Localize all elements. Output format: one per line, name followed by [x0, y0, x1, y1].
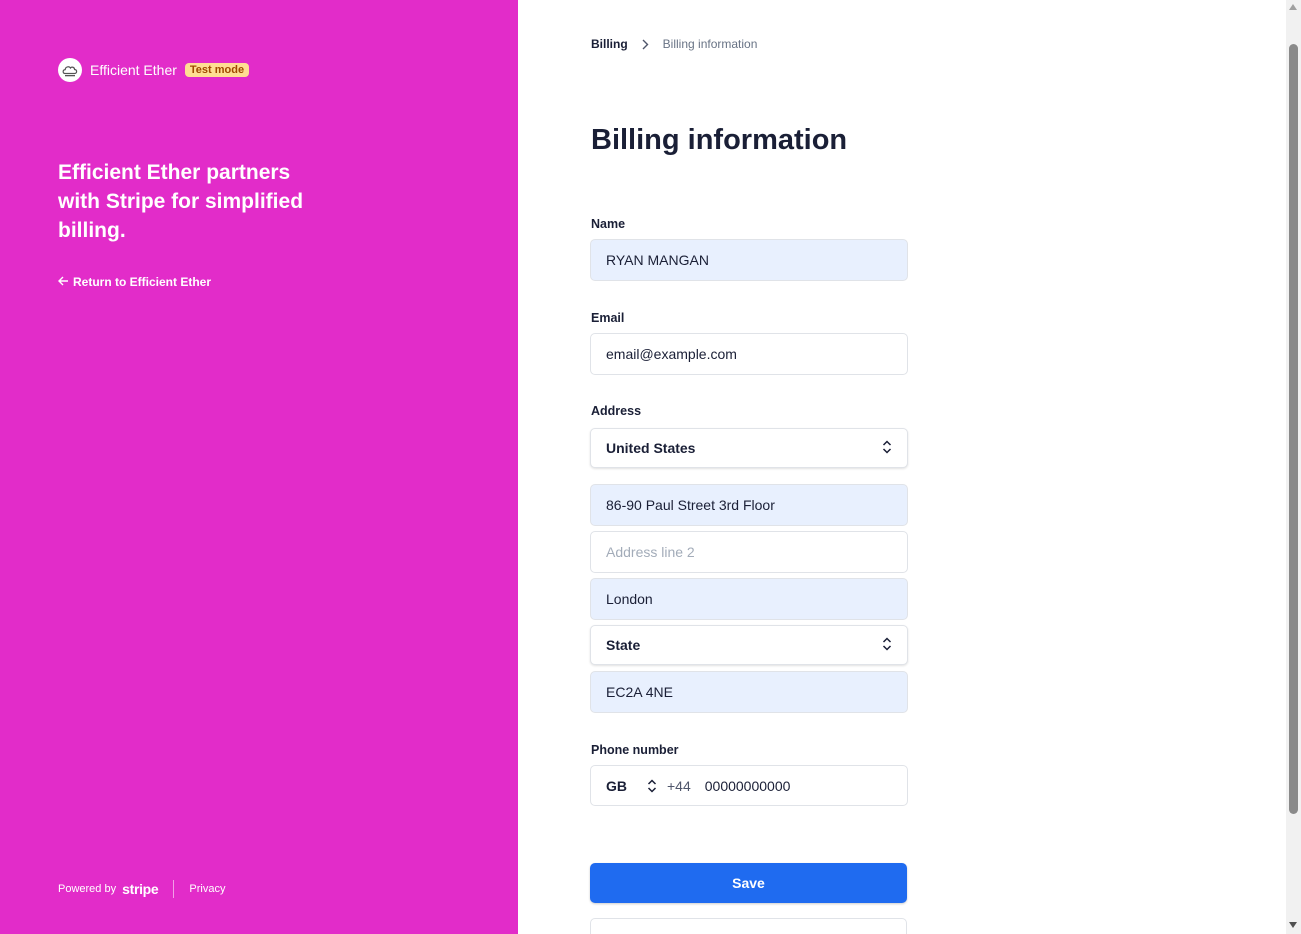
- footer: Powered by stripe Privacy: [58, 880, 225, 898]
- brand-header: Efficient Ether Test mode: [58, 58, 250, 82]
- brand-name: Efficient Ether: [90, 62, 177, 78]
- state-value: State: [606, 637, 641, 653]
- breadcrumb-current: Billing information: [662, 37, 758, 51]
- return-link-label: Return to Efficient Ether: [73, 275, 212, 289]
- scroll-up-arrow-icon[interactable]: [1289, 4, 1297, 10]
- address-line1-field[interactable]: 86-90 Paul Street 3rd Floor: [590, 484, 908, 526]
- email-field[interactable]: email@example.com: [590, 333, 908, 375]
- form-panel: Billing Billing information Billing info…: [518, 0, 1286, 934]
- country-select[interactable]: United States: [590, 428, 908, 468]
- secondary-button[interactable]: [590, 918, 907, 934]
- phone-country-select[interactable]: GB: [591, 778, 647, 794]
- arrow-left-icon: [58, 275, 69, 289]
- headline: Efficient Ether partners with Stripe for…: [58, 161, 304, 242]
- brand-panel: Efficient Ether Test mode Efficient Ethe…: [0, 0, 518, 934]
- select-arrows-icon: [647, 778, 657, 793]
- privacy-link[interactable]: Privacy: [189, 883, 225, 895]
- stripe-logo[interactable]: stripe: [122, 881, 159, 897]
- powered-by-label: Powered by: [58, 883, 117, 895]
- name-field[interactable]: RYAN MANGAN: [590, 239, 908, 281]
- email-label: Email: [591, 311, 625, 325]
- scrollbar-thumb[interactable]: [1289, 44, 1298, 814]
- address-label: Address: [591, 404, 642, 418]
- postal-code-field[interactable]: EC2A 4NE: [590, 671, 908, 713]
- city-field[interactable]: London: [590, 578, 908, 620]
- phone-number-input[interactable]: 00000000000: [705, 778, 791, 794]
- address-line2-field[interactable]: Address line 2: [590, 531, 908, 573]
- page-title: Billing information: [591, 124, 848, 156]
- test-mode-badge: Test mode: [184, 63, 250, 77]
- state-select[interactable]: State: [590, 625, 908, 665]
- return-link[interactable]: Return to Efficient Ether: [58, 275, 211, 289]
- scrollbar[interactable]: [1286, 0, 1301, 934]
- breadcrumb: Billing Billing information: [591, 37, 757, 51]
- name-label: Name: [591, 217, 626, 231]
- country-value: United States: [606, 440, 696, 456]
- chevron-right-icon: [642, 39, 649, 50]
- footer-divider: [173, 880, 175, 898]
- save-button[interactable]: Save: [590, 863, 907, 903]
- breadcrumb-billing-link[interactable]: Billing: [591, 37, 628, 51]
- phone-country-code: +44: [667, 777, 691, 794]
- cloud-logo-icon: [58, 58, 82, 82]
- select-arrows-icon: [882, 439, 892, 457]
- phone-field[interactable]: GB +44 00000000000: [590, 765, 908, 806]
- select-arrows-icon: [882, 636, 892, 654]
- scroll-down-arrow-icon[interactable]: [1289, 922, 1297, 928]
- phone-label: Phone number: [591, 743, 679, 757]
